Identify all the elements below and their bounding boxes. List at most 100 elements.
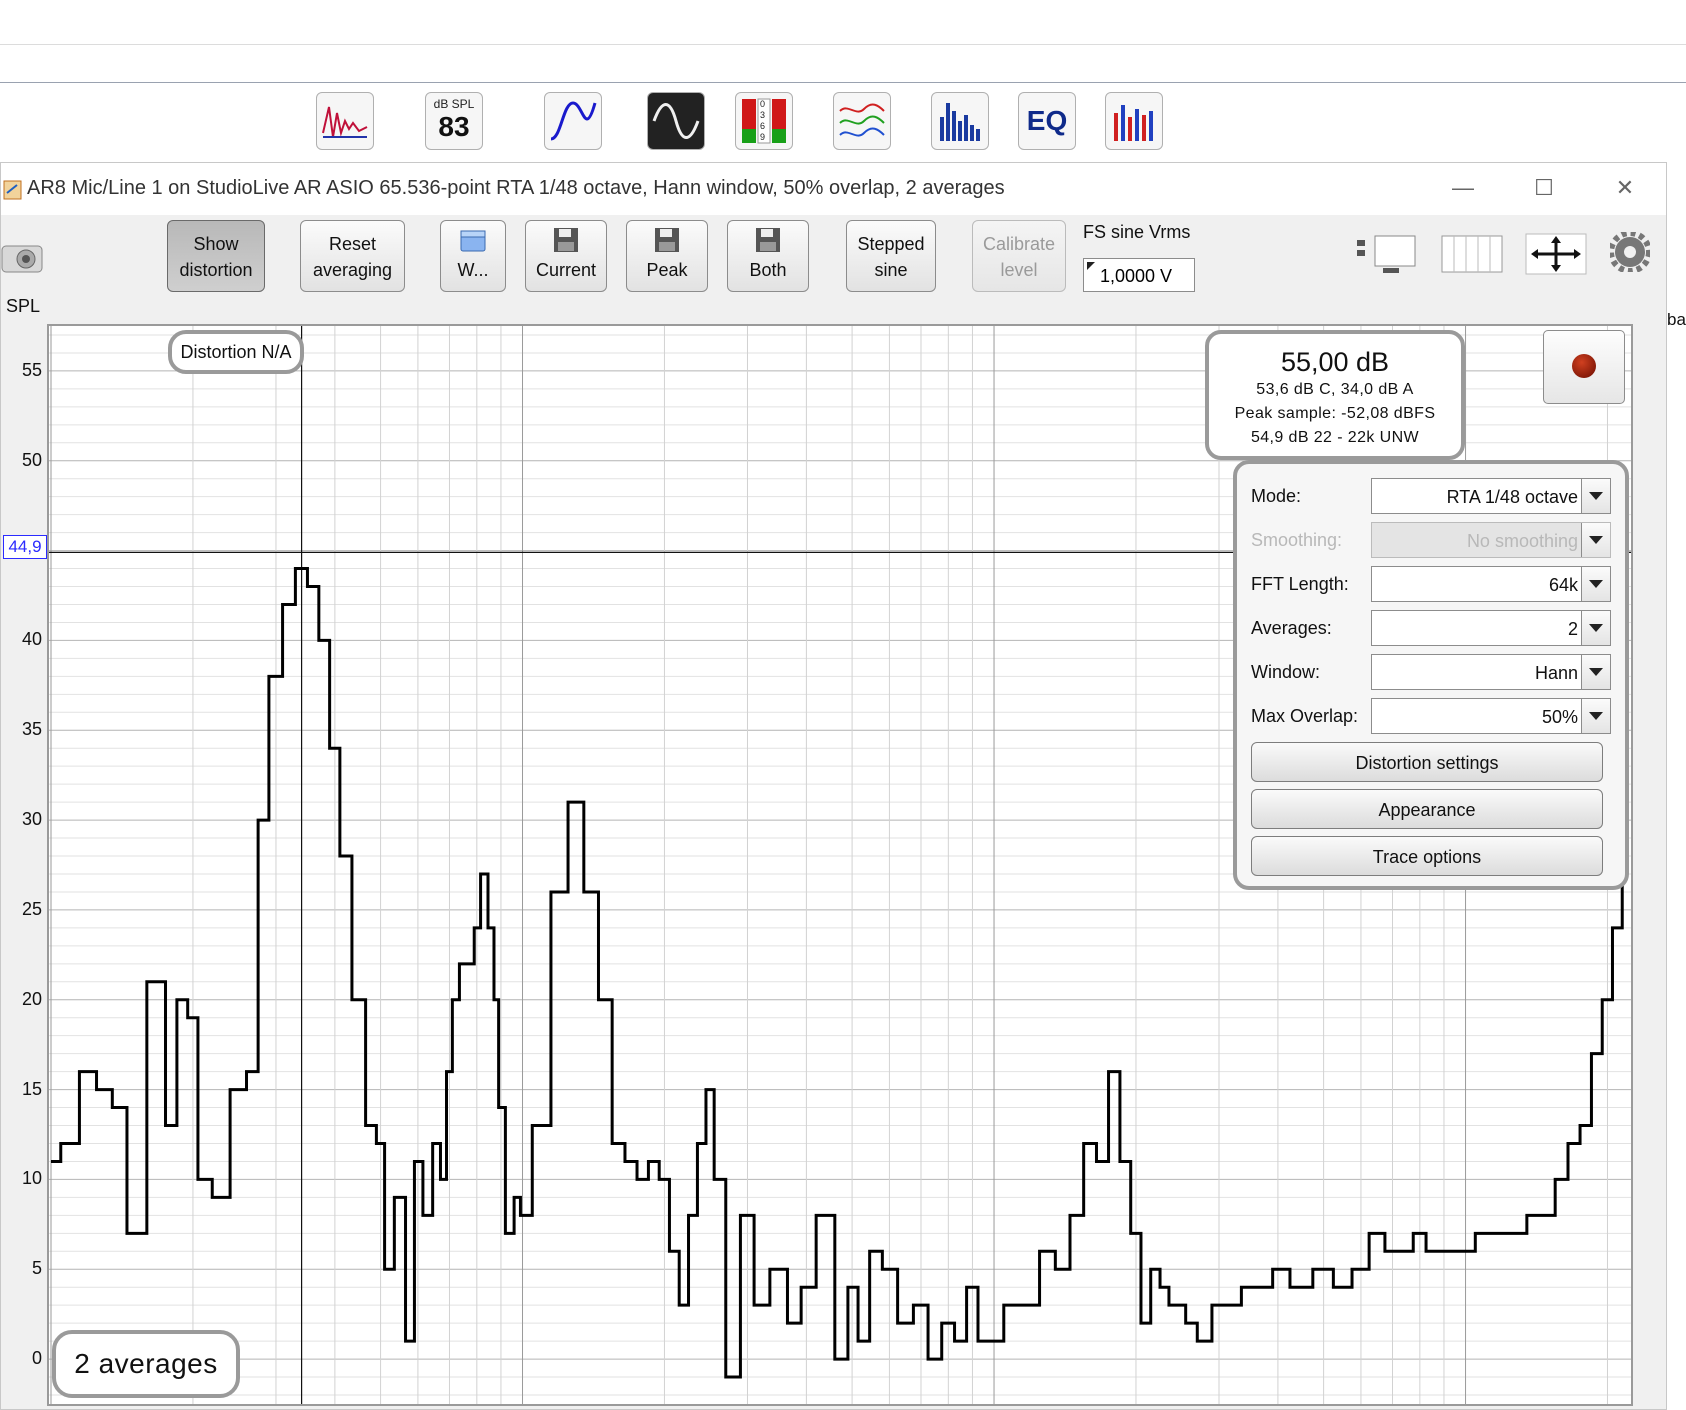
save-both-label: Both (749, 260, 787, 280)
y-tick-label: 5 (31, 1258, 42, 1279)
fft-length-value: 64k (1548, 575, 1578, 595)
close-button[interactable]: ✕ (1605, 173, 1645, 203)
trace-options-button[interactable]: Trace options (1251, 836, 1603, 876)
max-overlap-label: Max Overlap: (1251, 706, 1359, 726)
fs-sine-input[interactable]: 1,0000 V (1083, 258, 1195, 292)
camera-icon[interactable] (0, 238, 44, 276)
open-file-button[interactable]: W... (440, 220, 506, 292)
rta-icon[interactable] (931, 92, 989, 150)
y-axis-title: SPL (6, 296, 41, 316)
spl-icon-unit: dB SPL (433, 97, 475, 111)
record-icon (1572, 354, 1596, 378)
java-app-icon (3, 180, 22, 200)
max-overlap-select[interactable]: 50% (1371, 698, 1611, 734)
overlays-icon[interactable] (833, 92, 891, 150)
reset-averaging-button[interactable]: Reset averaging (300, 220, 405, 292)
save-icon (756, 228, 780, 252)
fft-length-select[interactable]: 64k (1371, 566, 1611, 602)
save-current-button[interactable]: Current (525, 220, 607, 292)
level-meters-icon[interactable]: 0369 (735, 92, 793, 150)
window-label: Window: (1251, 662, 1321, 682)
max-overlap-row: Max Overlap: 50% (1251, 698, 1613, 734)
meter-icon-digits: 0369 (760, 99, 766, 142)
averages-indicator: 2 averages (52, 1330, 240, 1398)
calibrate-level-label-1: Calibrate (982, 234, 1056, 254)
save-peak-label: Peak (646, 260, 688, 280)
level-weighted: 53,6 dB C, 34,0 dB A (1256, 381, 1414, 398)
columns-icon[interactable] (1440, 232, 1506, 276)
window-title: AR8 Mic/Line 1 on StudioLive AR ASIO 65.… (27, 177, 1005, 199)
max-overlap-value: 50% (1541, 707, 1578, 727)
stepped-sine-button[interactable]: Stepped sine (846, 220, 936, 292)
generator-icon[interactable] (544, 92, 602, 150)
peak-sample: Peak sample: -52,08 dBFS (1234, 405, 1436, 422)
scope-icon[interactable] (647, 92, 705, 150)
show-distortion-button[interactable]: Show distortion (167, 220, 265, 292)
rta-settings-panel: Mode: RTA 1/48 octave Smoothing: No smoo… (1233, 460, 1629, 890)
gear-icon[interactable] (1610, 232, 1650, 272)
y-tick-label: 25 (21, 898, 42, 919)
zoom-fit-icon[interactable] (1355, 232, 1421, 276)
y-tick-label: 30 (21, 809, 42, 830)
window-value: Hann (1534, 663, 1578, 683)
mode-label: Mode: (1251, 486, 1302, 506)
distortion-status: Distortion N/A (168, 330, 304, 374)
impulse-icon[interactable] (316, 92, 374, 150)
mode-value: RTA 1/48 octave (1446, 487, 1578, 507)
smoothing-value: No smoothing (1466, 531, 1578, 551)
open-file-label: W... (457, 260, 489, 280)
mode-row: Mode: RTA 1/48 octave (1251, 478, 1613, 514)
record-button[interactable] (1543, 330, 1625, 404)
smoothing-select[interactable]: No smoothing (1371, 522, 1611, 558)
level-unweighted: 54,9 dB 22 - 22k UNW (1250, 429, 1420, 446)
chevron-down-icon[interactable] (1581, 523, 1610, 557)
window-select[interactable]: Hann (1371, 654, 1611, 690)
chevron-down-icon[interactable] (1581, 611, 1610, 645)
y-tick-label: 55 (21, 359, 42, 380)
y-tick-label: 50 (21, 449, 42, 470)
stepped-sine-label-1: Stepped (857, 234, 925, 254)
save-icon (655, 228, 679, 252)
chevron-down-icon[interactable] (1581, 699, 1610, 733)
calibrate-level-button[interactable]: Calibrate level (972, 220, 1066, 292)
spl-meter-icon[interactable]: dB SPL 83 (425, 92, 483, 150)
fft-length-label: FFT Length: (1251, 574, 1349, 594)
save-peak-button[interactable]: Peak (626, 220, 708, 292)
folder-icon (460, 230, 486, 252)
eq-icon-label: EQ (1026, 105, 1068, 136)
fs-sine-label: FS sine Vrms (1083, 222, 1191, 242)
appearance-button[interactable]: Appearance (1251, 789, 1603, 829)
spl-icon-value: 83 (438, 111, 470, 142)
smoothing-label: Smoothing: (1251, 530, 1343, 550)
y-tick-label: 10 (21, 1168, 42, 1189)
chevron-down-icon[interactable] (1581, 655, 1610, 689)
y-tick-label: 20 (21, 988, 42, 1009)
save-both-button[interactable]: Both (727, 220, 809, 292)
reset-averaging-label-1: Reset (328, 234, 377, 254)
y-tick-label: 35 (21, 719, 42, 740)
fft-length-row: FFT Length: 64k (1251, 566, 1613, 602)
top-bar (0, 0, 1686, 45)
save-icon (554, 228, 578, 252)
mode-select[interactable]: RTA 1/48 octave (1371, 478, 1611, 514)
save-current-label: Current (535, 260, 597, 280)
distortion-settings-button[interactable]: Distortion settings (1251, 742, 1603, 782)
averages-row: Averages: 2 (1251, 610, 1613, 646)
pan-arrows-icon[interactable] (1525, 232, 1587, 276)
averages-select[interactable]: 2 (1371, 610, 1611, 646)
minimize-button[interactable]: — (1443, 173, 1483, 203)
reset-averaging-label-2: averaging (312, 260, 393, 280)
chevron-down-icon[interactable] (1581, 479, 1610, 513)
chevron-down-icon[interactable] (1581, 567, 1610, 601)
smoothing-row: Smoothing: No smoothing (1251, 522, 1613, 558)
y-tick-label: 0 (31, 1348, 42, 1369)
stepped-sine-label-2: sine (874, 260, 908, 280)
y-tick-label: 15 (21, 1078, 42, 1099)
window-titlebar: AR8 Mic/Line 1 on StudioLive AR ASIO 65.… (1, 163, 1666, 215)
room-sim-icon[interactable] (1105, 92, 1163, 150)
maximize-button[interactable]: ☐ (1524, 173, 1564, 203)
show-distortion-label-2: distortion (179, 260, 253, 280)
show-distortion-label-1: Show (193, 234, 239, 254)
eq-icon[interactable]: EQ (1018, 92, 1076, 150)
level-readout: 55,00 dB 53,6 dB C, 34,0 dB A Peak sampl… (1205, 330, 1465, 460)
